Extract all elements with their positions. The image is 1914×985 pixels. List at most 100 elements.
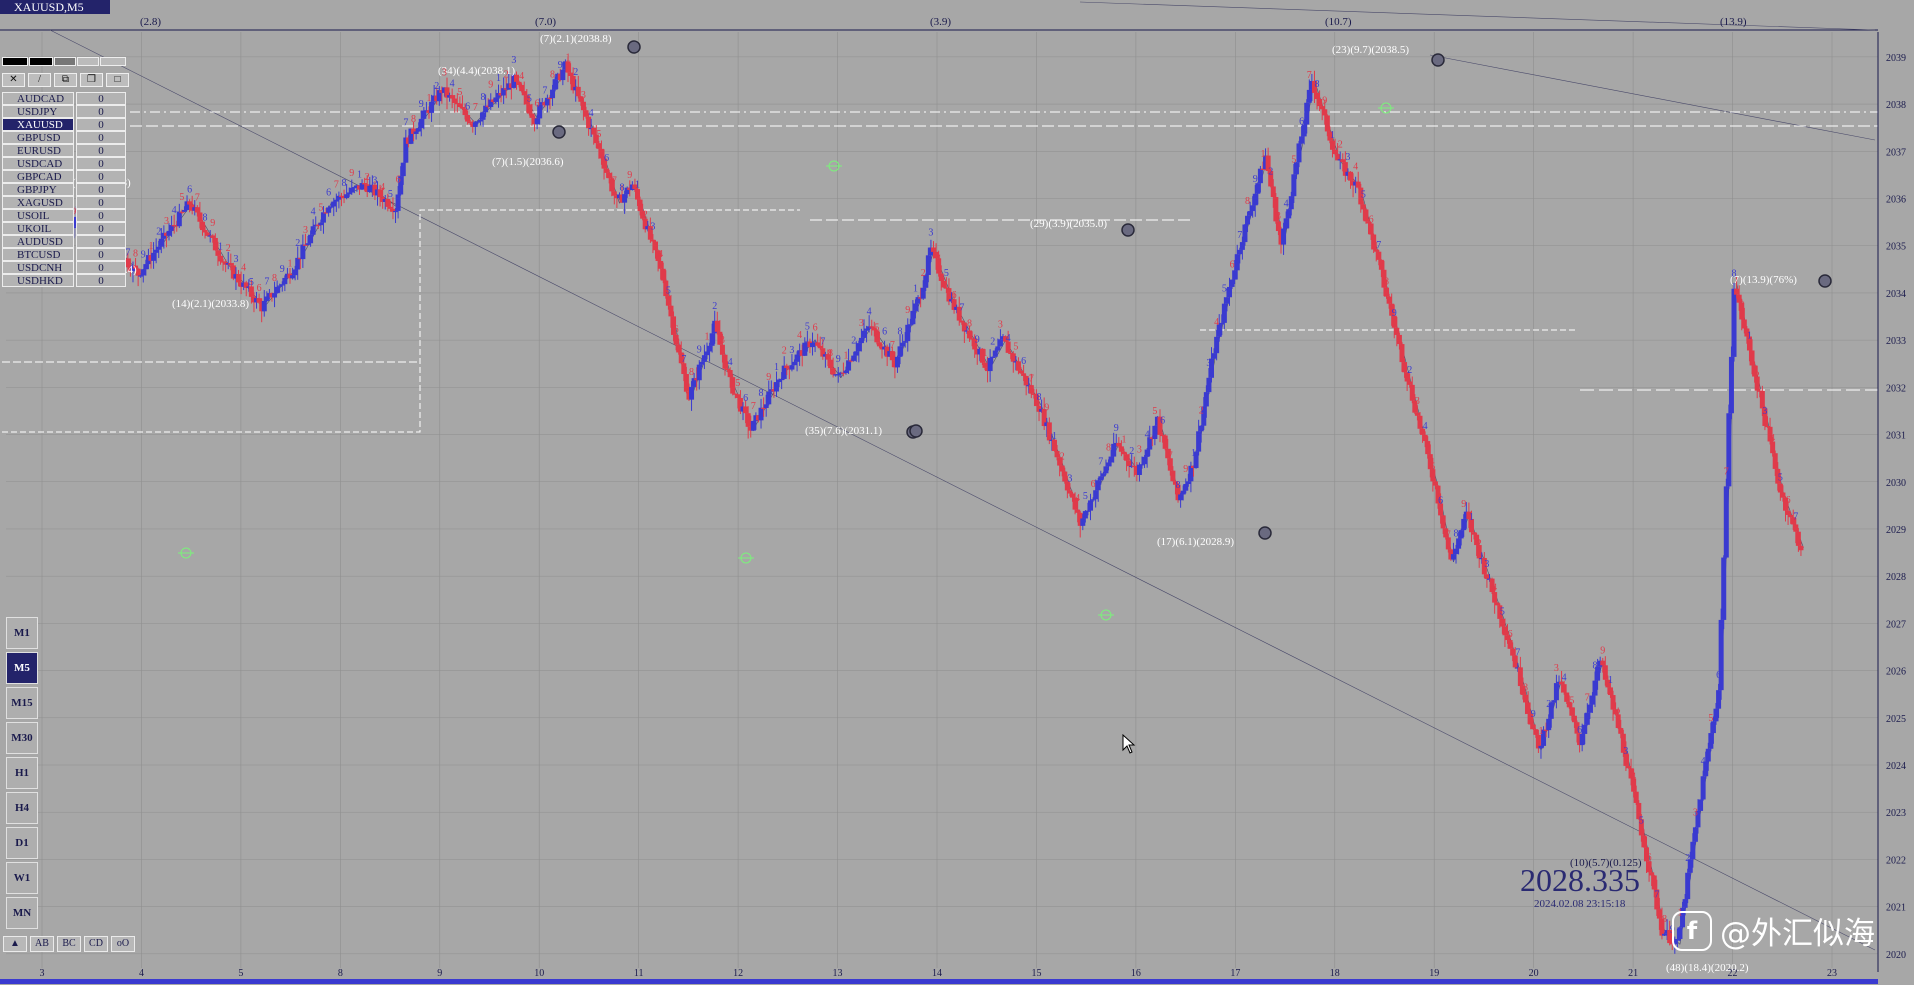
- symbol-name[interactable]: UKOIL: [2, 222, 74, 235]
- symbol-name[interactable]: GBPUSD: [2, 131, 74, 144]
- symbol-list: AUDCAD 0 USDJPY 0 XAUUSD 0 GBPUSD 0 EURUSD 0 USDCA…: [2, 92, 126, 287]
- color-swatch-light-2[interactable]: [100, 57, 126, 66]
- candle-body: [1685, 872, 1691, 900]
- watermark-logo-icon: f: [1672, 910, 1712, 951]
- symbol-row-usdcad[interactable]: USDCAD 0: [2, 157, 126, 170]
- candle-body: [1306, 89, 1312, 103]
- candle-body: [1255, 183, 1261, 194]
- symbol-name[interactable]: BTCUSD: [2, 248, 74, 261]
- copy-icon[interactable]: ⧉: [54, 73, 77, 87]
- pivot-marker-icon: [627, 40, 641, 54]
- time-tick-label: 23: [1827, 968, 1837, 979]
- candle-body: [1422, 434, 1428, 442]
- symbol-name[interactable]: AUDUSD: [2, 235, 74, 248]
- tool-button-3[interactable]: CD: [84, 936, 108, 952]
- sequence-count-label: 8: [1245, 196, 1250, 207]
- symbol-row-btcusd[interactable]: BTCUSD 0: [2, 248, 126, 261]
- symbol-row-gbpjpy[interactable]: GBPJPY 0: [2, 183, 126, 196]
- time-tick-label: 20: [1529, 968, 1539, 979]
- candle-body: [1432, 481, 1438, 486]
- candle-body: [1723, 486, 1729, 558]
- timeframe-button-m5[interactable]: M5: [6, 652, 38, 684]
- sequence-count-label: 1: [496, 73, 501, 84]
- watermark: f @外汇似海: [1672, 908, 1875, 953]
- symbol-name[interactable]: XAGUSD: [2, 196, 74, 209]
- symbol-row-usdhkd[interactable]: USDHKD 0: [2, 274, 126, 287]
- line-tool-icon[interactable]: /: [28, 73, 51, 87]
- sequence-count-label: 7: [820, 337, 825, 348]
- swing-label: (7)(1.5)(2036.6): [492, 156, 564, 168]
- candle-body: [725, 368, 731, 370]
- symbol-name[interactable]: EURUSD: [2, 144, 74, 157]
- candle-body: [1239, 242, 1245, 250]
- candle-body: [1322, 109, 1328, 116]
- symbol-row-audusd[interactable]: AUDUSD 0: [2, 235, 126, 248]
- timeframe-button-h4[interactable]: H4: [6, 792, 38, 824]
- color-swatch-gray[interactable]: [54, 57, 76, 66]
- tool-button-2[interactable]: BC: [57, 936, 81, 952]
- sequence-count-label: 7: [264, 276, 269, 287]
- price-chart[interactable]: 2020202120222023202420252026202720282029…: [0, 0, 1914, 985]
- symbol-row-audcad[interactable]: AUDCAD 0: [2, 92, 126, 105]
- symbol-row-eurusd[interactable]: EURUSD 0: [2, 144, 126, 157]
- candle-body: [1085, 510, 1091, 512]
- restore-icon[interactable]: ❐: [80, 73, 103, 87]
- sequence-count-label: 9: [280, 264, 285, 275]
- close-icon[interactable]: ✕: [2, 73, 25, 87]
- candle-body: [1093, 490, 1099, 500]
- sequence-count-label: 3: [1484, 559, 1489, 570]
- timeframe-button-m15[interactable]: M15: [6, 687, 38, 719]
- symbol-row-usoil[interactable]: USOIL 0: [2, 209, 126, 222]
- symbol-row-usdjpy[interactable]: USDJPY 0: [2, 105, 126, 118]
- sequence-count-label: 7: [1585, 693, 1590, 704]
- symbol-name[interactable]: GBPJPY: [2, 183, 74, 196]
- candle-body: [735, 394, 741, 399]
- time-tick-label: 19: [1429, 968, 1439, 979]
- sequence-count-label: 4: [519, 71, 524, 82]
- symbol-name[interactable]: USOIL: [2, 209, 74, 222]
- symbol-row-gbpusd[interactable]: GBPUSD 0: [2, 131, 126, 144]
- tool-button-4[interactable]: oO: [111, 936, 135, 952]
- timeframe-button-m1[interactable]: M1: [6, 617, 38, 649]
- candle-body: [1214, 336, 1220, 354]
- symbol-name[interactable]: USDCNH: [2, 261, 74, 274]
- sequence-count-label: 8: [759, 388, 764, 399]
- symbol-row-xauusd[interactable]: XAUUSD 0: [2, 118, 126, 131]
- candle-body: [1136, 464, 1142, 475]
- timeframe-button-mn[interactable]: MN: [6, 897, 38, 929]
- tool-button-0[interactable]: ▲: [3, 936, 27, 952]
- sequence-count-label: 5: [1708, 713, 1713, 724]
- symbol-name[interactable]: AUDCAD: [2, 92, 74, 105]
- sequence-count-label: 3: [1415, 396, 1420, 407]
- tool-button-1[interactable]: AB: [30, 936, 54, 952]
- price-tick-label: 2034: [1886, 289, 1906, 300]
- color-swatch-black[interactable]: [2, 57, 28, 66]
- timeframe-button-w1[interactable]: W1: [6, 862, 38, 894]
- candle-body: [1332, 149, 1338, 155]
- candle-body: [367, 185, 373, 193]
- drawing-tools: ▲ AB BC CD oO: [3, 936, 135, 952]
- symbol-name[interactable]: XAUUSD: [2, 118, 74, 131]
- candle-body: [1237, 249, 1243, 255]
- symbol-name[interactable]: USDJPY: [2, 105, 74, 118]
- sequence-count-label: 4: [380, 182, 385, 193]
- timeframe-button-h1[interactable]: H1: [6, 757, 38, 789]
- candle-body: [457, 103, 463, 108]
- timeframe-button-d1[interactable]: D1: [6, 827, 38, 859]
- sequence-count-label: 8: [1037, 392, 1042, 403]
- candle-body: [858, 337, 864, 344]
- candle-body: [140, 269, 146, 276]
- symbol-row-xagusd[interactable]: XAGUSD 0: [2, 196, 126, 209]
- maximize-icon[interactable]: □: [106, 73, 129, 87]
- color-swatch-light[interactable]: [77, 57, 99, 66]
- timeframe-button-m30[interactable]: M30: [6, 722, 38, 754]
- symbol-name[interactable]: GBPCAD: [2, 170, 74, 183]
- symbol-row-gbpcad[interactable]: GBPCAD 0: [2, 170, 126, 183]
- symbol-name[interactable]: USDHKD: [2, 274, 74, 287]
- symbol-row-usdcnh[interactable]: USDCNH 0: [2, 261, 126, 274]
- symbol-name[interactable]: USDCAD: [2, 157, 74, 170]
- color-swatch-black-2[interactable]: [29, 57, 53, 66]
- symbol-row-ukoil[interactable]: UKOIL 0: [2, 222, 126, 235]
- sequence-count-label: 2: [156, 227, 161, 238]
- sequence-count-label: 5: [1291, 154, 1296, 165]
